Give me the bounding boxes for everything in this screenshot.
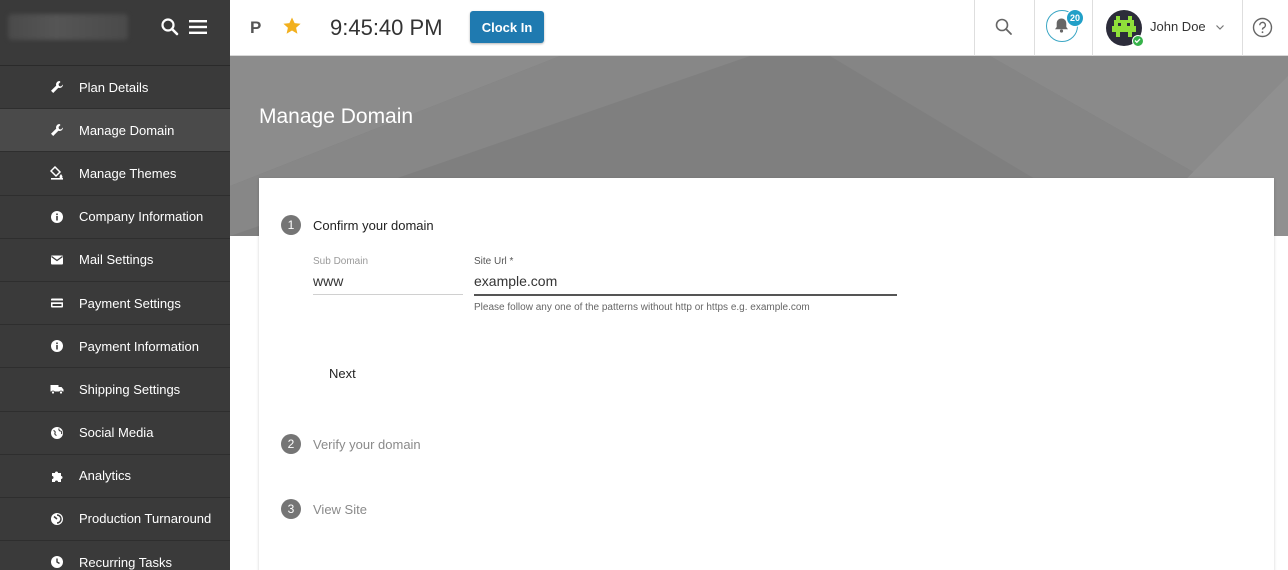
sidebar-item-label: Company Information bbox=[79, 209, 204, 225]
sidebar-item-label: Social Media bbox=[79, 425, 154, 441]
sidebar-item-label: Manage Themes bbox=[79, 165, 177, 181]
sidebar-item-manage-domain[interactable]: Manage Domain bbox=[0, 109, 230, 153]
next-button[interactable]: Next bbox=[317, 364, 368, 383]
logo bbox=[8, 14, 128, 40]
online-status-icon bbox=[1132, 35, 1144, 47]
stepper-card: 1 Confirm your domain Sub Domain Site Ur… bbox=[259, 178, 1274, 570]
sidebar-item-label: Analytics bbox=[79, 468, 132, 484]
truck-icon bbox=[50, 382, 64, 396]
page-title: Manage Domain bbox=[259, 105, 414, 128]
sidebar-item-label: Payment Information bbox=[79, 338, 199, 354]
site-url-hint: Please follow any one of the patterns wi… bbox=[474, 302, 810, 313]
info-icon bbox=[50, 339, 64, 353]
sub-domain-field: Sub Domain bbox=[313, 256, 463, 295]
sub-domain-label: Sub Domain bbox=[313, 256, 369, 267]
divider bbox=[1242, 0, 1243, 56]
sidebar-item-social-media[interactable]: Social Media bbox=[0, 412, 230, 455]
step-number: 3 bbox=[281, 499, 301, 519]
sidebar-item-label: Plan Details bbox=[79, 79, 149, 95]
sidebar-item-manage-themes[interactable]: Manage Themes bbox=[0, 152, 230, 196]
clock-in-button[interactable]: Clock In bbox=[470, 11, 544, 43]
sidebar-item-recurring-tasks[interactable]: Recurring Tasks bbox=[0, 541, 230, 570]
sidebar-item-label: Shipping Settings bbox=[79, 381, 181, 397]
hamburger-menu-icon[interactable] bbox=[188, 17, 208, 37]
site-url-field: Site Url * Please follow any one of the … bbox=[474, 256, 897, 313]
sidebar-item-analytics[interactable]: Analytics bbox=[0, 455, 230, 498]
sidebar-item-plan-details[interactable]: Plan Details bbox=[0, 66, 230, 110]
sidebar-item-label: Mail Settings bbox=[79, 252, 154, 268]
wrench-icon bbox=[50, 80, 64, 94]
divider bbox=[1092, 0, 1093, 56]
site-url-label: Site Url * bbox=[474, 256, 514, 267]
step-label: Verify your domain bbox=[313, 436, 421, 452]
sidebar-item-label: Manage Domain bbox=[79, 122, 175, 138]
sub-domain-input[interactable] bbox=[313, 267, 463, 295]
step-label: View Site bbox=[313, 501, 367, 517]
step-label: Confirm your domain bbox=[313, 217, 434, 233]
info-icon bbox=[50, 210, 64, 224]
step-3[interactable]: 3 View Site bbox=[281, 499, 367, 519]
sidebar-item-payment-information[interactable]: Payment Information bbox=[0, 325, 230, 369]
sidebar: Plan Details Manage Domain Manage Themes… bbox=[0, 0, 230, 570]
step-number: 1 bbox=[281, 215, 301, 235]
sidebar-item-label: Production Turnaround bbox=[79, 511, 212, 527]
star-icon[interactable] bbox=[282, 16, 302, 36]
search-icon[interactable] bbox=[160, 17, 180, 37]
globe-icon bbox=[50, 426, 64, 440]
wrench-icon bbox=[50, 123, 64, 137]
notification-badge: 20 bbox=[1066, 9, 1084, 27]
sidebar-item-shipping-settings[interactable]: Shipping Settings bbox=[0, 368, 230, 412]
site-url-input[interactable] bbox=[474, 267, 897, 296]
puzzle-icon bbox=[50, 469, 64, 483]
mail-icon bbox=[50, 253, 64, 267]
sidebar-item-label: Recurring Tasks bbox=[79, 554, 172, 570]
p-label[interactable]: P bbox=[250, 18, 261, 38]
step-1[interactable]: 1 Confirm your domain bbox=[281, 215, 434, 235]
help-icon[interactable] bbox=[1252, 17, 1273, 38]
sidebar-item-mail-settings[interactable]: Mail Settings bbox=[0, 239, 230, 282]
chevron-down-icon[interactable] bbox=[1215, 22, 1225, 32]
sidebar-item-payment-settings[interactable]: Payment Settings bbox=[0, 282, 230, 326]
step-2[interactable]: 2 Verify your domain bbox=[281, 434, 421, 454]
sidebar-header bbox=[0, 0, 230, 56]
sidebar-item-production-turnaround[interactable]: Production Turnaround bbox=[0, 498, 230, 542]
dial-icon bbox=[50, 512, 64, 526]
credit-card-icon bbox=[50, 296, 64, 310]
clock-icon bbox=[50, 555, 64, 569]
divider bbox=[974, 0, 975, 56]
sidebar-item-label: Payment Settings bbox=[79, 295, 181, 311]
divider bbox=[1034, 0, 1035, 56]
search-icon[interactable] bbox=[994, 17, 1014, 37]
sidebar-item-company-information[interactable]: Company Information bbox=[0, 196, 230, 239]
clock-time: 9:45:40 PM bbox=[330, 15, 443, 40]
top-bar: P 9:45:40 PM Clock In 20 John Doe bbox=[230, 0, 1288, 56]
paint-bucket-icon bbox=[50, 166, 64, 181]
user-name[interactable]: John Doe bbox=[1150, 19, 1206, 34]
step-number: 2 bbox=[281, 434, 301, 454]
